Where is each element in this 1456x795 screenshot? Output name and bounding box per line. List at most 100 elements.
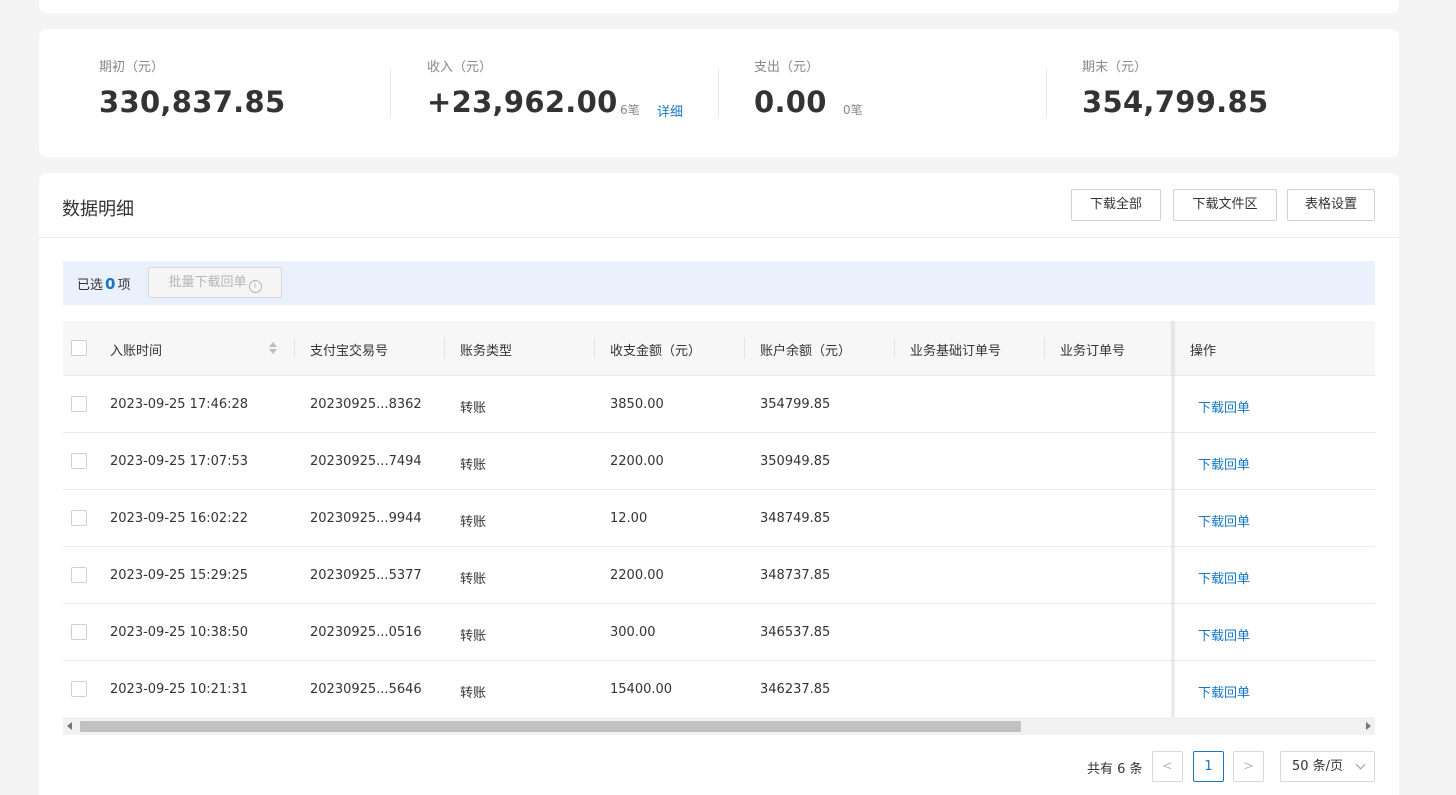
column-separator	[294, 337, 295, 359]
horizontal-scrollbar[interactable]	[63, 717, 1375, 735]
cell-type: 转账	[460, 458, 487, 473]
cell-amount: 12.00	[610, 511, 648, 526]
prev-page-button[interactable]: <	[1152, 751, 1183, 782]
cell-amount: 2200.00	[610, 454, 664, 469]
cell-trade-no: 20230925...9944	[310, 511, 422, 526]
cell-trade-no: 20230925...8362	[310, 397, 422, 412]
download-receipt-link[interactable]: 下载回单	[1198, 511, 1250, 530]
table-row: 2023-09-25 15:29:25 20230925...5377 转账 2…	[63, 547, 1375, 604]
expense-label: 支出（元）	[754, 60, 820, 75]
opening-value: 330,837.85	[99, 85, 286, 119]
cell-type: 转账	[460, 515, 487, 530]
cell-balance: 346537.85	[760, 625, 831, 640]
header-base-order-no: 业务基础订单号	[910, 344, 1002, 359]
fixed-column-shadow	[1171, 321, 1177, 717]
selection-bar: 已选 0 项 批量下载回单 i	[63, 261, 1375, 305]
row-checkbox[interactable]	[71, 396, 87, 412]
header-action: 操作	[1190, 344, 1217, 359]
selection-suffix: 项	[117, 278, 131, 293]
download-receipt-link[interactable]: 下载回单	[1198, 682, 1250, 701]
selection-count: 0	[105, 275, 116, 293]
cell-trade-no: 20230925...5646	[310, 682, 422, 697]
next-page-button[interactable]: >	[1233, 751, 1264, 782]
cell-type: 转账	[460, 401, 487, 416]
column-separator	[1044, 337, 1045, 359]
divider	[390, 68, 391, 118]
cell-time: 2023-09-25 15:29:25	[110, 568, 249, 583]
cell-time: 2023-09-25 16:02:22	[110, 511, 249, 526]
cell-trade-no: 20230925...5377	[310, 568, 422, 583]
chevron-down-icon	[1355, 759, 1366, 770]
download-receipt-link[interactable]: 下载回单	[1198, 397, 1250, 416]
pagination-total: 共有 6 条	[1087, 762, 1143, 777]
select-all-checkbox[interactable]	[71, 340, 87, 356]
header-type: 账务类型	[460, 344, 513, 359]
header-amount: 收支金额（元）	[610, 344, 702, 359]
cell-time: 2023-09-25 17:46:28	[110, 397, 249, 412]
scroll-right-arrow-icon[interactable]	[1366, 722, 1371, 730]
top-card	[39, 0, 1399, 13]
row-checkbox[interactable]	[71, 453, 87, 469]
cell-amount: 3850.00	[610, 397, 664, 412]
selection-prefix: 已选	[77, 278, 104, 293]
download-receipt-link[interactable]: 下载回单	[1198, 625, 1250, 644]
selection-text: 已选 0 项	[77, 274, 130, 293]
column-separator	[744, 337, 745, 359]
income-detail-link[interactable]: 详细	[657, 101, 683, 120]
column-separator	[444, 337, 445, 359]
cell-balance: 354799.85	[760, 397, 831, 412]
table-settings-button[interactable]: 表格设置	[1287, 189, 1375, 221]
table-row: 2023-09-25 17:46:28 20230925...8362 转账 3…	[63, 376, 1375, 433]
cell-time: 2023-09-25 17:07:53	[110, 454, 249, 469]
scroll-left-arrow-icon[interactable]	[67, 722, 72, 730]
table-header: 入账时间 支付宝交易号 账务类型 收支金额（元） 账户余额（元） 业务基础订单号…	[63, 321, 1375, 376]
cell-time: 2023-09-25 10:21:31	[110, 682, 249, 697]
header-time[interactable]: 入账时间	[110, 340, 162, 359]
cell-type: 转账	[460, 572, 487, 587]
expense-count: 0笔	[843, 103, 863, 117]
sort-icon[interactable]	[268, 342, 278, 356]
page-1-button[interactable]: 1	[1193, 751, 1224, 782]
cell-trade-no: 20230925...0516	[310, 625, 422, 640]
cell-trade-no: 20230925...7494	[310, 454, 422, 469]
download-all-button[interactable]: 下载全部	[1071, 189, 1161, 221]
batch-download-label: 批量下载回单	[168, 275, 247, 290]
cell-balance: 348749.85	[760, 511, 831, 526]
download-files-button[interactable]: 下载文件区	[1173, 189, 1277, 221]
page-size-select[interactable]: 50 条/页	[1280, 751, 1375, 782]
download-receipt-link[interactable]: 下载回单	[1198, 454, 1250, 473]
cell-amount: 15400.00	[610, 682, 673, 697]
column-separator	[594, 337, 595, 359]
column-separator	[894, 337, 895, 359]
table-row: 2023-09-25 16:02:22 20230925...9944 转账 1…	[63, 490, 1375, 547]
download-receipt-link[interactable]: 下载回单	[1198, 568, 1250, 587]
cell-balance: 348737.85	[760, 568, 831, 583]
row-checkbox[interactable]	[71, 510, 87, 526]
income-value: +23,962.00	[427, 85, 618, 119]
scrollbar-thumb[interactable]	[80, 721, 1021, 732]
header-divider	[39, 237, 1399, 238]
info-icon: i	[248, 280, 262, 293]
row-checkbox[interactable]	[71, 624, 87, 640]
divider	[1046, 68, 1047, 118]
cell-time: 2023-09-25 10:38:50	[110, 625, 249, 640]
row-checkbox[interactable]	[71, 681, 87, 697]
table-row: 2023-09-25 10:21:31 20230925...5646 转账 1…	[63, 661, 1375, 718]
divider	[718, 68, 719, 118]
opening-label: 期初（元）	[99, 60, 165, 75]
cell-balance: 350949.85	[760, 454, 831, 469]
header-order-no: 业务订单号	[1060, 344, 1126, 359]
expense-value: 0.00	[754, 85, 827, 119]
detail-card: 数据明细 下载全部 下载文件区 表格设置 已选 0 项 批量下载回单 i 入账时间 支…	[39, 173, 1399, 795]
cell-type: 转账	[460, 629, 487, 644]
batch-download-button[interactable]: 批量下载回单 i	[148, 267, 282, 298]
row-checkbox[interactable]	[71, 567, 87, 583]
closing-label: 期末（元）	[1082, 60, 1148, 75]
cell-type: 转账	[460, 686, 487, 701]
closing-value: 354,799.85	[1082, 85, 1269, 119]
header-balance: 账户余额（元）	[760, 344, 852, 359]
header-trade-no: 支付宝交易号	[310, 344, 389, 359]
income-label: 收入（元）	[427, 60, 493, 75]
page-size-value: 50 条/页	[1292, 759, 1344, 774]
cell-amount: 2200.00	[610, 568, 664, 583]
